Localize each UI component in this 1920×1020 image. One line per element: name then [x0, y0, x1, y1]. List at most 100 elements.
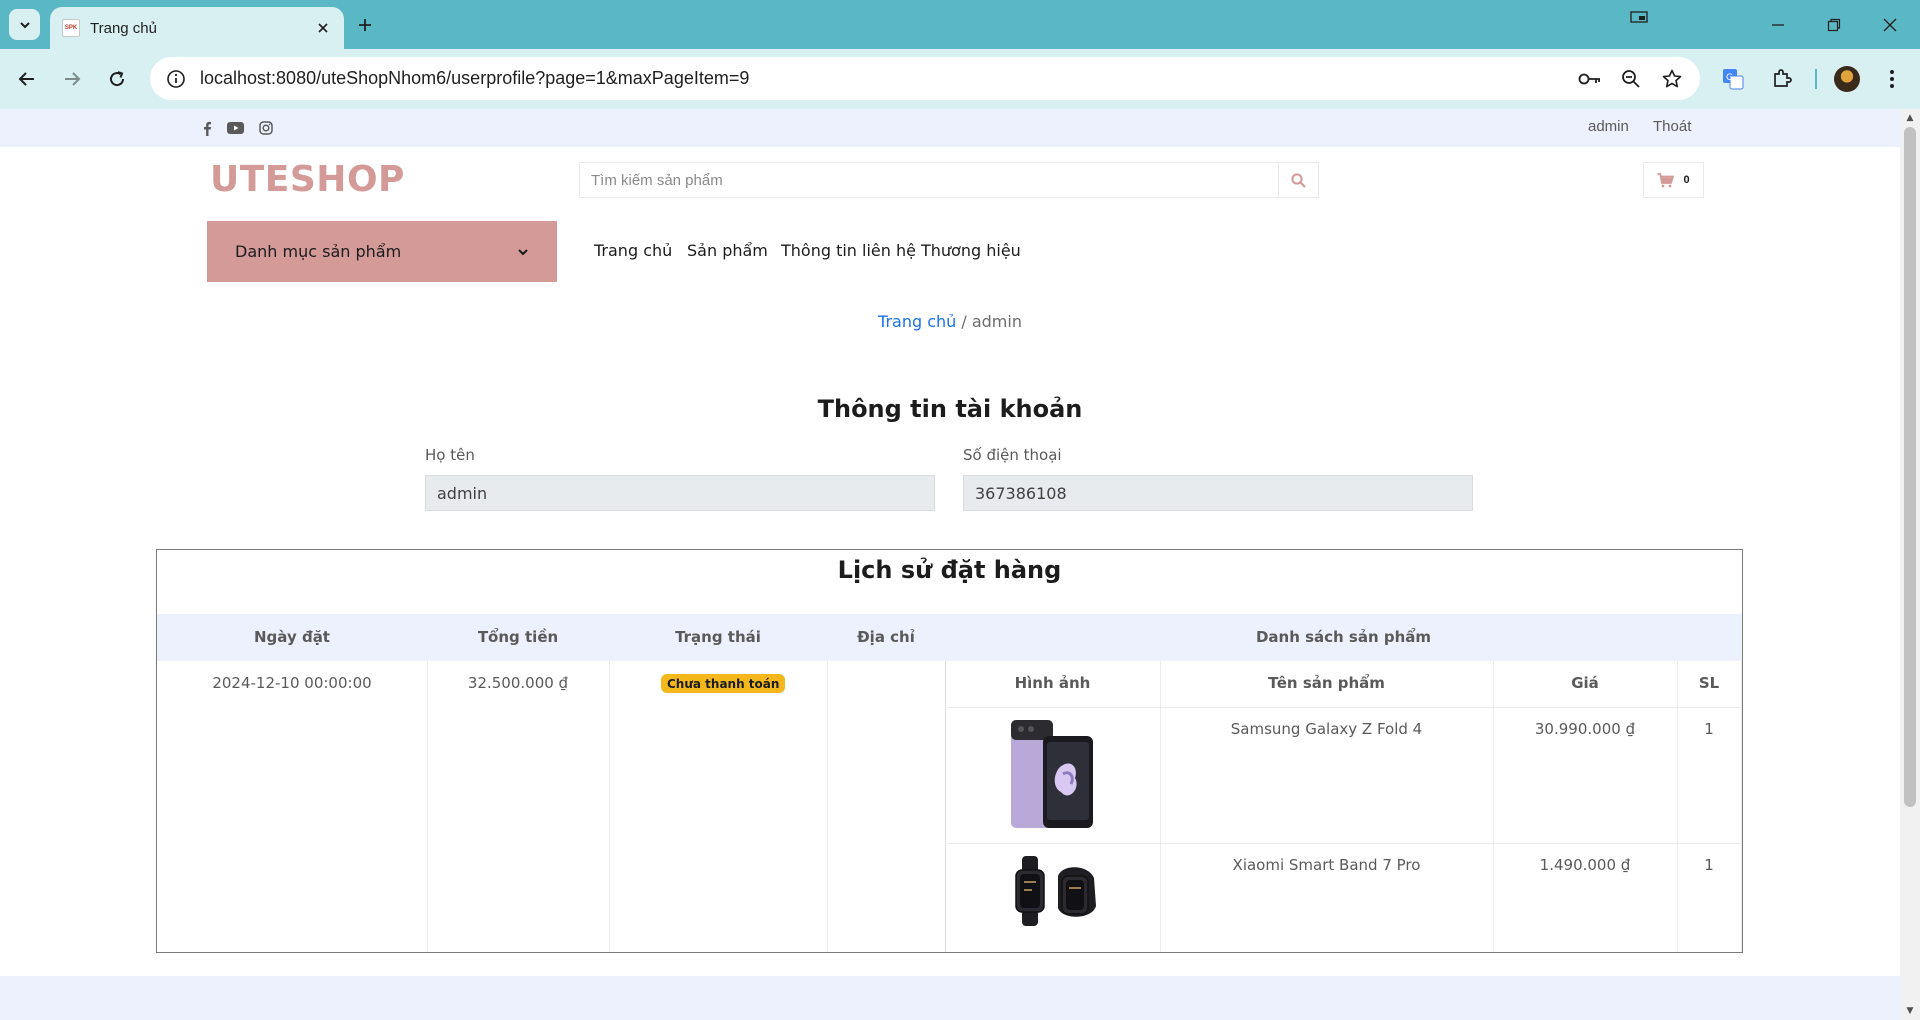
browser-tab[interactable]: SPK Trang chủ: [50, 7, 344, 49]
cart-button[interactable]: 0: [1643, 162, 1704, 198]
breadcrumb-home-link[interactable]: Trang chủ: [878, 312, 956, 331]
status-badge: Chưa thanh toán: [661, 674, 786, 693]
bookmark-star-icon[interactable]: [1656, 63, 1688, 95]
product-image-galaxy-z-fold-4[interactable]: [1009, 718, 1097, 830]
breadcrumb-current: admin: [971, 312, 1022, 331]
nav-item-home[interactable]: Trang chủ: [594, 241, 672, 260]
phone-label: Số điện thoại: [963, 446, 1062, 464]
grid-line: [1677, 661, 1678, 952]
breadcrumb-separator: /: [956, 312, 972, 331]
column-header-status: Trạng thái: [675, 628, 761, 646]
web-page: admin Thoát UTESHOP 0 Danh mục sản phẩm …: [0, 109, 1900, 1020]
cart-count-badge: 0: [1683, 174, 1690, 186]
zoom-icon[interactable]: [1615, 63, 1647, 95]
grid-line: [1160, 661, 1161, 952]
product-price: 1.490.000 ₫: [1539, 856, 1631, 874]
product-price: 30.990.000 ₫: [1534, 720, 1636, 738]
facebook-icon[interactable]: [198, 119, 216, 137]
media-control-icon[interactable]: [1625, 4, 1653, 30]
nav-item-contact[interactable]: Thông tin liên hệ: [781, 241, 916, 260]
search-icon: [1291, 172, 1306, 188]
profile-avatar[interactable]: [1834, 66, 1860, 92]
grid-line: [609, 661, 610, 952]
reload-icon: [110, 71, 125, 87]
name-field[interactable]: admin: [425, 475, 935, 511]
user-account-link[interactable]: admin: [1588, 118, 1629, 135]
product-qty: 1: [1704, 856, 1714, 874]
grid-line: [945, 843, 1742, 844]
footer-band: [0, 976, 1900, 1020]
tab-title: Trang chủ: [90, 19, 157, 37]
restore-icon[interactable]: [1820, 12, 1848, 38]
site-logo[interactable]: UTESHOP: [210, 159, 405, 200]
product-column-qty: SL: [1698, 674, 1720, 692]
name-label: Họ tên: [425, 446, 475, 464]
site-info-icon[interactable]: [156, 59, 196, 99]
instagram-icon[interactable]: [257, 119, 275, 137]
address-bar[interactable]: localhost:8080/uteShopNhom6/userprofile?…: [150, 57, 1700, 100]
scrollbar-thumb[interactable]: [1904, 127, 1916, 807]
password-key-icon[interactable]: [1574, 63, 1606, 95]
shopping-cart-icon: [1657, 172, 1675, 187]
order-date: 2024-12-10 00:00:00: [212, 674, 372, 692]
reload-button[interactable]: [101, 63, 133, 95]
close-window-icon[interactable]: [1876, 12, 1904, 38]
breadcrumb: Trang chủ / admin: [0, 312, 1900, 331]
nav-item-products[interactable]: Sản phẩm: [687, 241, 768, 260]
plus-icon: [359, 19, 371, 31]
top-bar: admin Thoát: [0, 109, 1900, 147]
tab-close-icon[interactable]: [314, 19, 332, 37]
arrow-left-icon: [18, 72, 34, 86]
order-history-panel: Lịch sử đặt hàng Ngày đặt Tổng tiền Trạn…: [156, 549, 1743, 953]
scroll-down-icon[interactable]: ▼: [1905, 1006, 1915, 1016]
browser-tab-strip: SPK Trang chủ: [0, 0, 1920, 49]
column-header-total: Tổng tiền: [477, 628, 559, 646]
logout-link[interactable]: Thoát: [1653, 118, 1691, 135]
column-header-address: Địa chỉ: [857, 628, 915, 646]
account-info-title: Thông tin tài khoản: [817, 395, 1083, 423]
minimize-icon[interactable]: [1764, 12, 1792, 38]
grid-line: [427, 661, 428, 952]
tab-search-button[interactable]: [9, 9, 40, 40]
grid-line: [827, 661, 828, 952]
search-input[interactable]: [580, 163, 1278, 197]
page-scrollbar[interactable]: ▲ ▼: [1900, 109, 1920, 1020]
kebab-menu-icon[interactable]: [1876, 63, 1908, 95]
extensions-puzzle-icon[interactable]: [1766, 63, 1798, 95]
toolbar-divider: [1800, 63, 1832, 95]
phone-field[interactable]: 367386108: [963, 475, 1473, 511]
order-history-title: Lịch sử đặt hàng: [837, 556, 1062, 584]
order-table-header: Ngày đặt Tổng tiền Trạng thái Địa chỉ Da…: [157, 614, 1742, 661]
product-column-price: Giá: [1571, 674, 1599, 692]
back-button[interactable]: [11, 63, 43, 95]
grid-line: [945, 661, 946, 952]
translate-extension-icon[interactable]: G: [1717, 63, 1749, 95]
product-column-name: Tên sản phẩm: [1268, 674, 1385, 692]
site-favicon-icon: SPK: [62, 19, 80, 37]
svg-text:G: G: [1726, 73, 1733, 83]
chevron-down-icon: [518, 248, 528, 255]
nav-item-brands[interactable]: Thương hiệu: [921, 241, 1021, 260]
chevron-down-icon: [19, 21, 30, 28]
column-header-products: Danh sách sản phẩm: [1255, 628, 1432, 646]
product-qty: 1: [1704, 720, 1714, 738]
column-header-date: Ngày đặt: [254, 628, 330, 646]
category-menu-label: Danh mục sản phẩm: [235, 242, 402, 261]
arrow-right-icon: [65, 72, 81, 86]
youtube-icon[interactable]: [226, 119, 244, 137]
product-image-xiaomi-smart-band-7-pro[interactable]: [1002, 856, 1102, 926]
forward-button[interactable]: [56, 63, 88, 95]
product-column-image: Hình ảnh: [1014, 674, 1091, 692]
grid-line: [1493, 661, 1494, 952]
order-total: 32.500.000 ₫: [467, 674, 569, 692]
search-bar: [579, 162, 1319, 198]
search-button[interactable]: [1278, 163, 1318, 197]
grid-line: [945, 707, 1742, 708]
browser-toolbar: localhost:8080/uteShopNhom6/userprofile?…: [0, 49, 1920, 109]
scroll-up-icon[interactable]: ▲: [1905, 113, 1915, 123]
new-tab-button[interactable]: [352, 12, 378, 38]
product-name: Samsung Galaxy Z Fold 4: [1230, 720, 1423, 738]
url-text[interactable]: localhost:8080/uteShopNhom6/userprofile?…: [200, 68, 749, 89]
grid-line: [1741, 661, 1742, 952]
category-menu-button[interactable]: Danh mục sản phẩm: [207, 221, 557, 282]
